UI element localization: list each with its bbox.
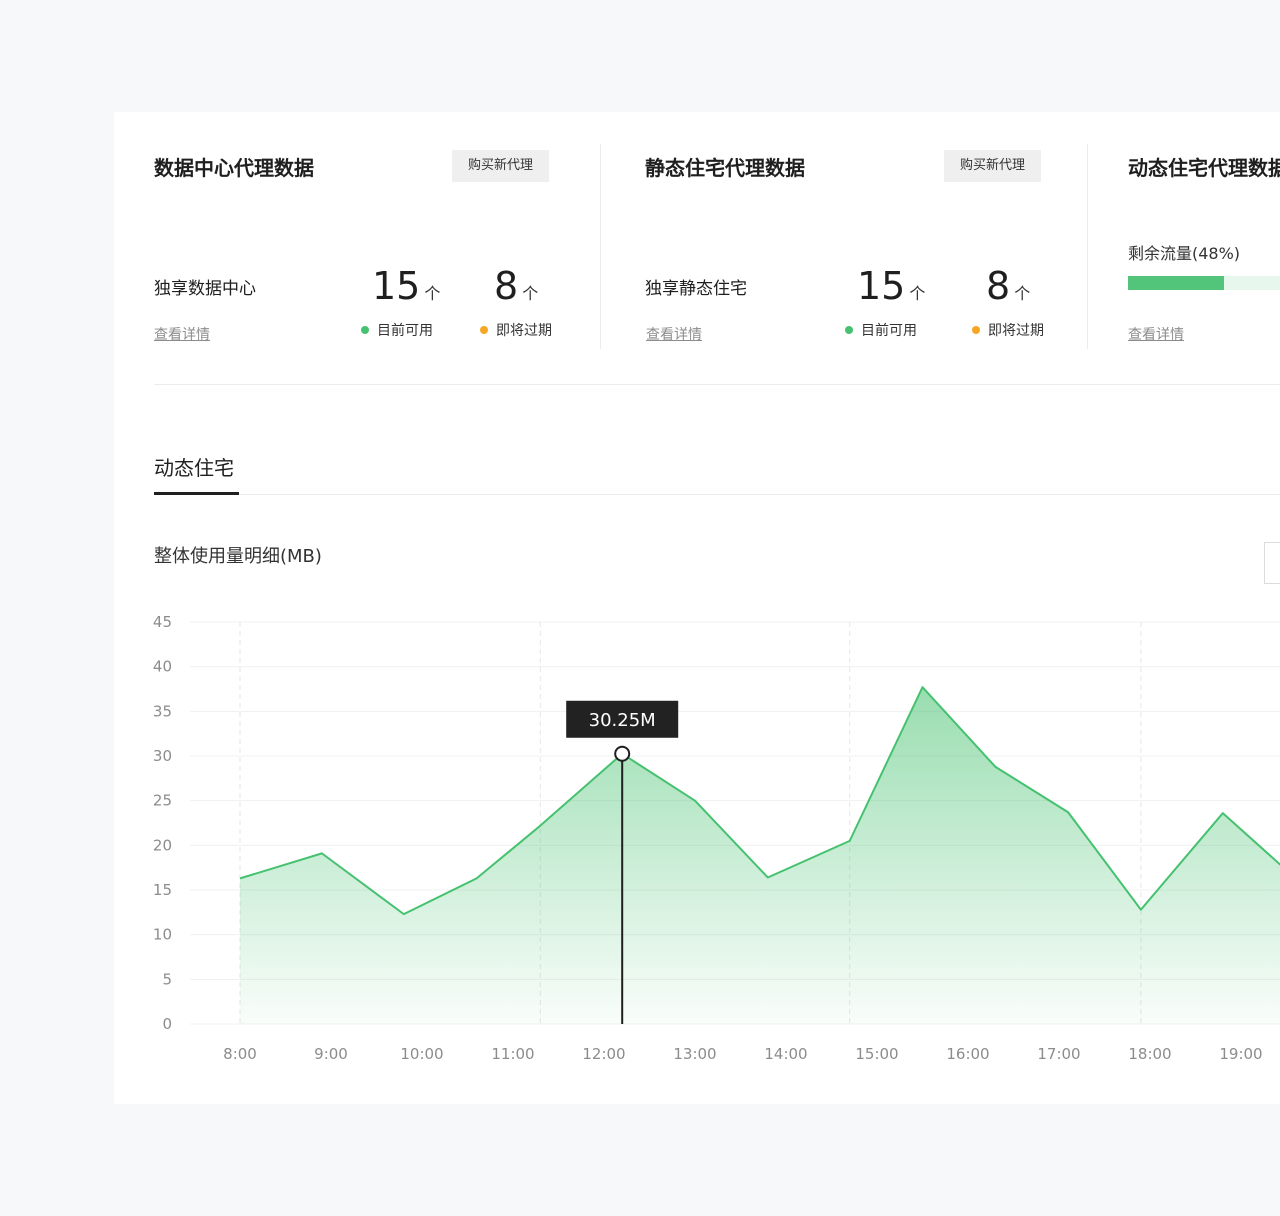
available-count: 15 (857, 264, 906, 308)
datacenter-proxy-panel: 数据中心代理数据 购买新代理 独享数据中心 查看详情 15 个 目前可用 8个 即… (154, 144, 554, 349)
tooltip-value: 30.25M (589, 710, 656, 731)
static-residential-proxy-panel: 静态住宅代理数据 购买新代理 独享静态住宅 查看详情 15 个 目前可用 8个 即… (645, 144, 1045, 349)
expiring-count: 8 (986, 264, 1011, 308)
x-tick-label: 12:00 (582, 1045, 625, 1063)
x-tick-label: 19:00 (1219, 1045, 1262, 1063)
x-tick-label: 14:00 (764, 1045, 807, 1063)
expiring-unit: 个 (522, 284, 539, 303)
orange-dot-icon (972, 326, 980, 334)
view-details-link[interactable]: 查看详情 (154, 324, 210, 344)
panel-title: 数据中心代理数据 (154, 156, 314, 180)
expiring-metric: 8个 即将过期 (480, 264, 604, 339)
y-tick-label: 10 (153, 926, 172, 944)
x-tick-label: 10:00 (400, 1045, 443, 1063)
dashboard-card: 数据中心代理数据 购买新代理 独享数据中心 查看详情 15 个 目前可用 8个 即… (114, 112, 1280, 1104)
panel-title: 动态住宅代理数据 (1128, 156, 1280, 180)
available-label: 目前可用 (861, 323, 917, 339)
view-details-link[interactable]: 查看详情 (1128, 324, 1184, 344)
available-label: 目前可用 (377, 323, 433, 339)
y-tick-label: 45 (153, 613, 172, 631)
y-tick-label: 0 (162, 1015, 172, 1033)
x-tick-label: 9:00 (314, 1045, 348, 1063)
orange-dot-icon (480, 326, 488, 334)
x-tick-label: 15:00 (855, 1045, 898, 1063)
dynamic-residential-proxy-panel: 动态住宅代理数据 剩余流量(48%) 查看详情 (1128, 144, 1280, 349)
panel-subtitle: 独享数据中心 (154, 279, 256, 299)
view-details-link[interactable]: 查看详情 (646, 324, 702, 344)
panel-title: 静态住宅代理数据 (645, 156, 805, 180)
y-tick-label: 20 (153, 836, 172, 854)
x-tick-label: 17:00 (1037, 1045, 1080, 1063)
available-metric: 15 个 目前可用 (845, 264, 967, 339)
panel-divider (1087, 144, 1088, 349)
green-dot-icon (361, 326, 369, 334)
tab-dynamic-residential[interactable]: 动态住宅 (154, 452, 234, 481)
expiring-metric: 8个 即将过期 (972, 264, 1096, 339)
tab-baseline (154, 494, 1280, 495)
available-unit: 个 (909, 284, 926, 303)
x-tick-label: 8:00 (223, 1045, 257, 1063)
available-count: 15 (372, 264, 421, 308)
y-tick-label: 30 (153, 747, 172, 765)
remaining-traffic-bar (1128, 276, 1280, 290)
expiring-count: 8 (494, 264, 519, 308)
date-range-selector[interactable] (1264, 542, 1280, 584)
section-divider (154, 384, 1280, 385)
buy-new-proxy-button[interactable]: 购买新代理 (944, 150, 1042, 182)
x-tick-label: 13:00 (673, 1045, 716, 1063)
expiring-unit: 个 (1014, 284, 1031, 303)
y-tick-label: 35 (153, 702, 172, 720)
expiring-label: 即将过期 (988, 323, 1044, 339)
usage-area-chart: 0 5 10 15 20 25 30 35 40 45 8:00 9:00 10:00 11:00 12:0… (153, 613, 1280, 1063)
remaining-traffic-fill (1128, 276, 1224, 290)
usage-area-fill (240, 687, 1280, 1024)
expiring-label: 即将过期 (496, 323, 552, 339)
x-tick-label: 16:00 (946, 1045, 989, 1063)
buy-new-proxy-button[interactable]: 购买新代理 (452, 150, 550, 182)
remaining-traffic-label: 剩余流量(48%) (1128, 244, 1241, 263)
panel-subtitle: 独享静态住宅 (645, 279, 747, 299)
tab-active-indicator (154, 492, 239, 495)
x-tick-label: 18:00 (1128, 1045, 1171, 1063)
panel-divider (600, 144, 601, 349)
available-metric: 15 个 目前可用 (361, 264, 482, 339)
y-tick-label: 40 (153, 658, 172, 676)
y-tick-label: 15 (153, 881, 172, 899)
x-tick-label: 11:00 (491, 1045, 534, 1063)
green-dot-icon (845, 326, 853, 334)
y-tick-label: 25 (153, 792, 172, 810)
chart-title: 整体使用量明细(MB) (154, 546, 322, 567)
y-tick-label: 5 (162, 970, 172, 988)
available-unit: 个 (424, 284, 441, 303)
tooltip-point-marker (614, 745, 631, 762)
